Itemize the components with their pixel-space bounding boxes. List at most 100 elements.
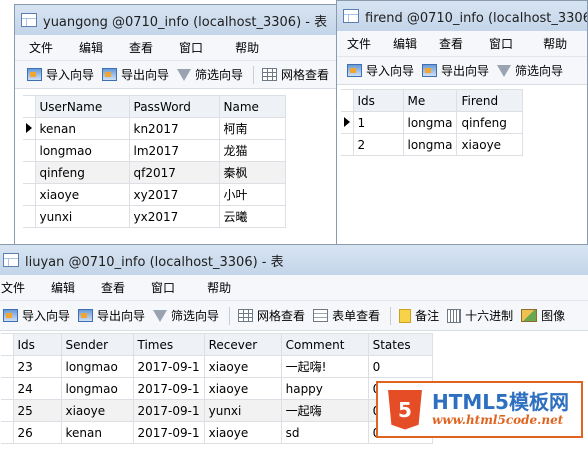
hex-button[interactable]: 十六进制 [447,307,513,324]
import-wizard-button[interactable]: 导入向导 [27,66,94,83]
table-cell[interactable]: longmao [60,355,134,378]
table-cell[interactable]: xiaoye [34,183,130,206]
liuyan-titlebar[interactable]: liuyan @0710_info (localhost_3306) - 表 [0,245,588,275]
table-cell[interactable]: 0 [367,355,433,378]
table-row[interactable]: 2 longma xiaoye [341,133,524,156]
column-header-states[interactable]: States [367,333,433,356]
table-cell[interactable]: 秦枫 [218,161,286,184]
column-header-username[interactable]: UserName [34,95,130,118]
table-cell[interactable]: kenan [34,117,130,140]
column-header-sender[interactable]: Sender [60,333,134,356]
menu-help[interactable]: 帮助 [207,279,231,296]
import-wizard-button[interactable]: 导入向导 [3,307,70,324]
table-cell[interactable]: 龙猫 [218,139,286,162]
firend-titlebar[interactable]: firend @0710_info (localhost_3306) - 表 [337,1,587,31]
table-cell[interactable]: qf2017 [128,161,220,184]
table-cell[interactable]: 1 [352,111,404,134]
table-cell[interactable]: xiaoye [203,355,282,378]
export-wizard-button[interactable]: 导出向导 [422,62,489,79]
table-cell[interactable]: longma [402,133,458,156]
grid-view-button[interactable]: 网格查看 [238,307,305,324]
table-cell[interactable]: xy2017 [128,183,220,206]
menu-edit[interactable]: 编辑 [51,279,75,296]
table-row[interactable]: 26 kenan 2017-09-1 xiaoye sd 0 [1,421,433,444]
column-header-name[interactable]: Name [218,95,286,118]
memo-button[interactable]: 备注 [399,307,439,324]
menu-view[interactable]: 查看 [129,39,153,56]
import-icon [27,68,42,81]
column-header-times[interactable]: Times [132,333,205,356]
menu-view[interactable]: 查看 [439,35,463,52]
import-wizard-button[interactable]: 导入向导 [347,62,414,79]
table-cell[interactable]: xiaoye [203,377,282,400]
table-cell[interactable]: kn2017 [128,117,220,140]
table-cell[interactable]: yx2017 [128,205,220,228]
table-cell[interactable]: 小叶 [218,183,286,206]
filter-wizard-button[interactable]: 筛选向导 [497,62,563,79]
menu-window[interactable]: 窗口 [179,39,203,56]
menu-file[interactable]: 文件 [1,279,25,296]
menu-help[interactable]: 帮助 [543,35,567,52]
menu-window[interactable]: 窗口 [489,35,513,52]
menu-help[interactable]: 帮助 [235,39,259,56]
table-cell[interactable]: 一起嗨 [280,399,369,422]
table-cell[interactable]: sd [280,421,369,444]
column-header-me[interactable]: Me [402,89,458,112]
table-cell[interactable]: 柯南 [218,117,286,140]
table-cell[interactable]: qinfeng [456,111,524,134]
column-header-ids[interactable]: Ids [12,333,62,356]
table-cell[interactable]: 2017-09-1 [132,421,205,444]
table-row[interactable]: kenan kn2017 柯南 [23,117,286,140]
table-row[interactable]: longmao lm2017 龙猫 [23,139,286,162]
table-cell[interactable]: 云曦 [218,205,286,228]
menu-edit[interactable]: 编辑 [393,35,417,52]
table-row[interactable]: 24 longmao 2017-09-1 xiaoye happy 0 [1,377,433,400]
table-cell[interactable]: longmao [34,139,130,162]
table-cell[interactable]: 2017-09-1 [132,377,205,400]
table-cell[interactable]: 2017-09-1 [132,399,205,422]
form-view-button[interactable]: 表单查看 [313,307,380,324]
table-cell[interactable]: lm2017 [128,139,220,162]
table-cell[interactable]: 2 [352,133,404,156]
filter-wizard-button[interactable]: 筛选向导 [153,307,219,324]
table-row[interactable]: 23 longmao 2017-09-1 xiaoye 一起嗨! 0 [1,355,433,378]
table-cell[interactable]: kenan [60,421,134,444]
export-wizard-button[interactable]: 导出向导 [78,307,145,324]
table-cell[interactable]: 26 [12,421,62,444]
column-header-password[interactable]: PassWord [128,95,220,118]
import-wizard-label: 导入向导 [366,64,415,78]
table-row[interactable]: xiaoye xy2017 小叶 [23,183,286,206]
yuangong-titlebar[interactable]: yuangong @0710_info (localhost_3306) - 表 [15,5,345,35]
menu-file[interactable]: 文件 [29,39,53,56]
table-cell[interactable]: 24 [12,377,62,400]
menu-file[interactable]: 文件 [347,35,371,52]
menu-edit[interactable]: 编辑 [79,39,103,56]
table-cell[interactable]: 25 [12,399,62,422]
table-cell[interactable]: xiaoye [60,399,134,422]
table-row[interactable]: 25 xiaoye 2017-09-1 yunxi 一起嗨 0 [1,399,433,422]
table-cell[interactable]: 一起嗨! [280,355,369,378]
table-cell[interactable]: xiaoye [456,133,524,156]
column-header-comment[interactable]: Comment [280,333,369,356]
export-wizard-button[interactable]: 导出向导 [102,66,169,83]
table-row[interactable]: qinfeng qf2017 秦枫 [23,161,286,184]
table-cell[interactable]: qinfeng [34,161,130,184]
image-button[interactable]: 图像 [521,307,565,324]
table-cell[interactable]: yunxi [34,205,130,228]
column-header-recever[interactable]: Recever [203,333,282,356]
table-cell[interactable]: happy [280,377,369,400]
menu-view[interactable]: 查看 [101,279,125,296]
table-cell[interactable]: yunxi [203,399,282,422]
table-row[interactable]: 1 longma qinfeng [341,111,524,134]
table-cell[interactable]: longmao [60,377,134,400]
column-header-ids[interactable]: Ids [352,89,404,112]
table-cell[interactable]: 23 [12,355,62,378]
column-header-firend[interactable]: Firend [456,89,524,112]
filter-wizard-button[interactable]: 筛选向导 [177,66,243,83]
table-cell[interactable]: xiaoye [203,421,282,444]
table-cell[interactable]: 2017-09-1 [132,355,205,378]
grid-view-button[interactable]: 网格查看 [262,66,329,83]
table-cell[interactable]: longma [402,111,458,134]
table-row[interactable]: yunxi yx2017 云曦 [23,205,286,228]
menu-window[interactable]: 窗口 [151,279,175,296]
